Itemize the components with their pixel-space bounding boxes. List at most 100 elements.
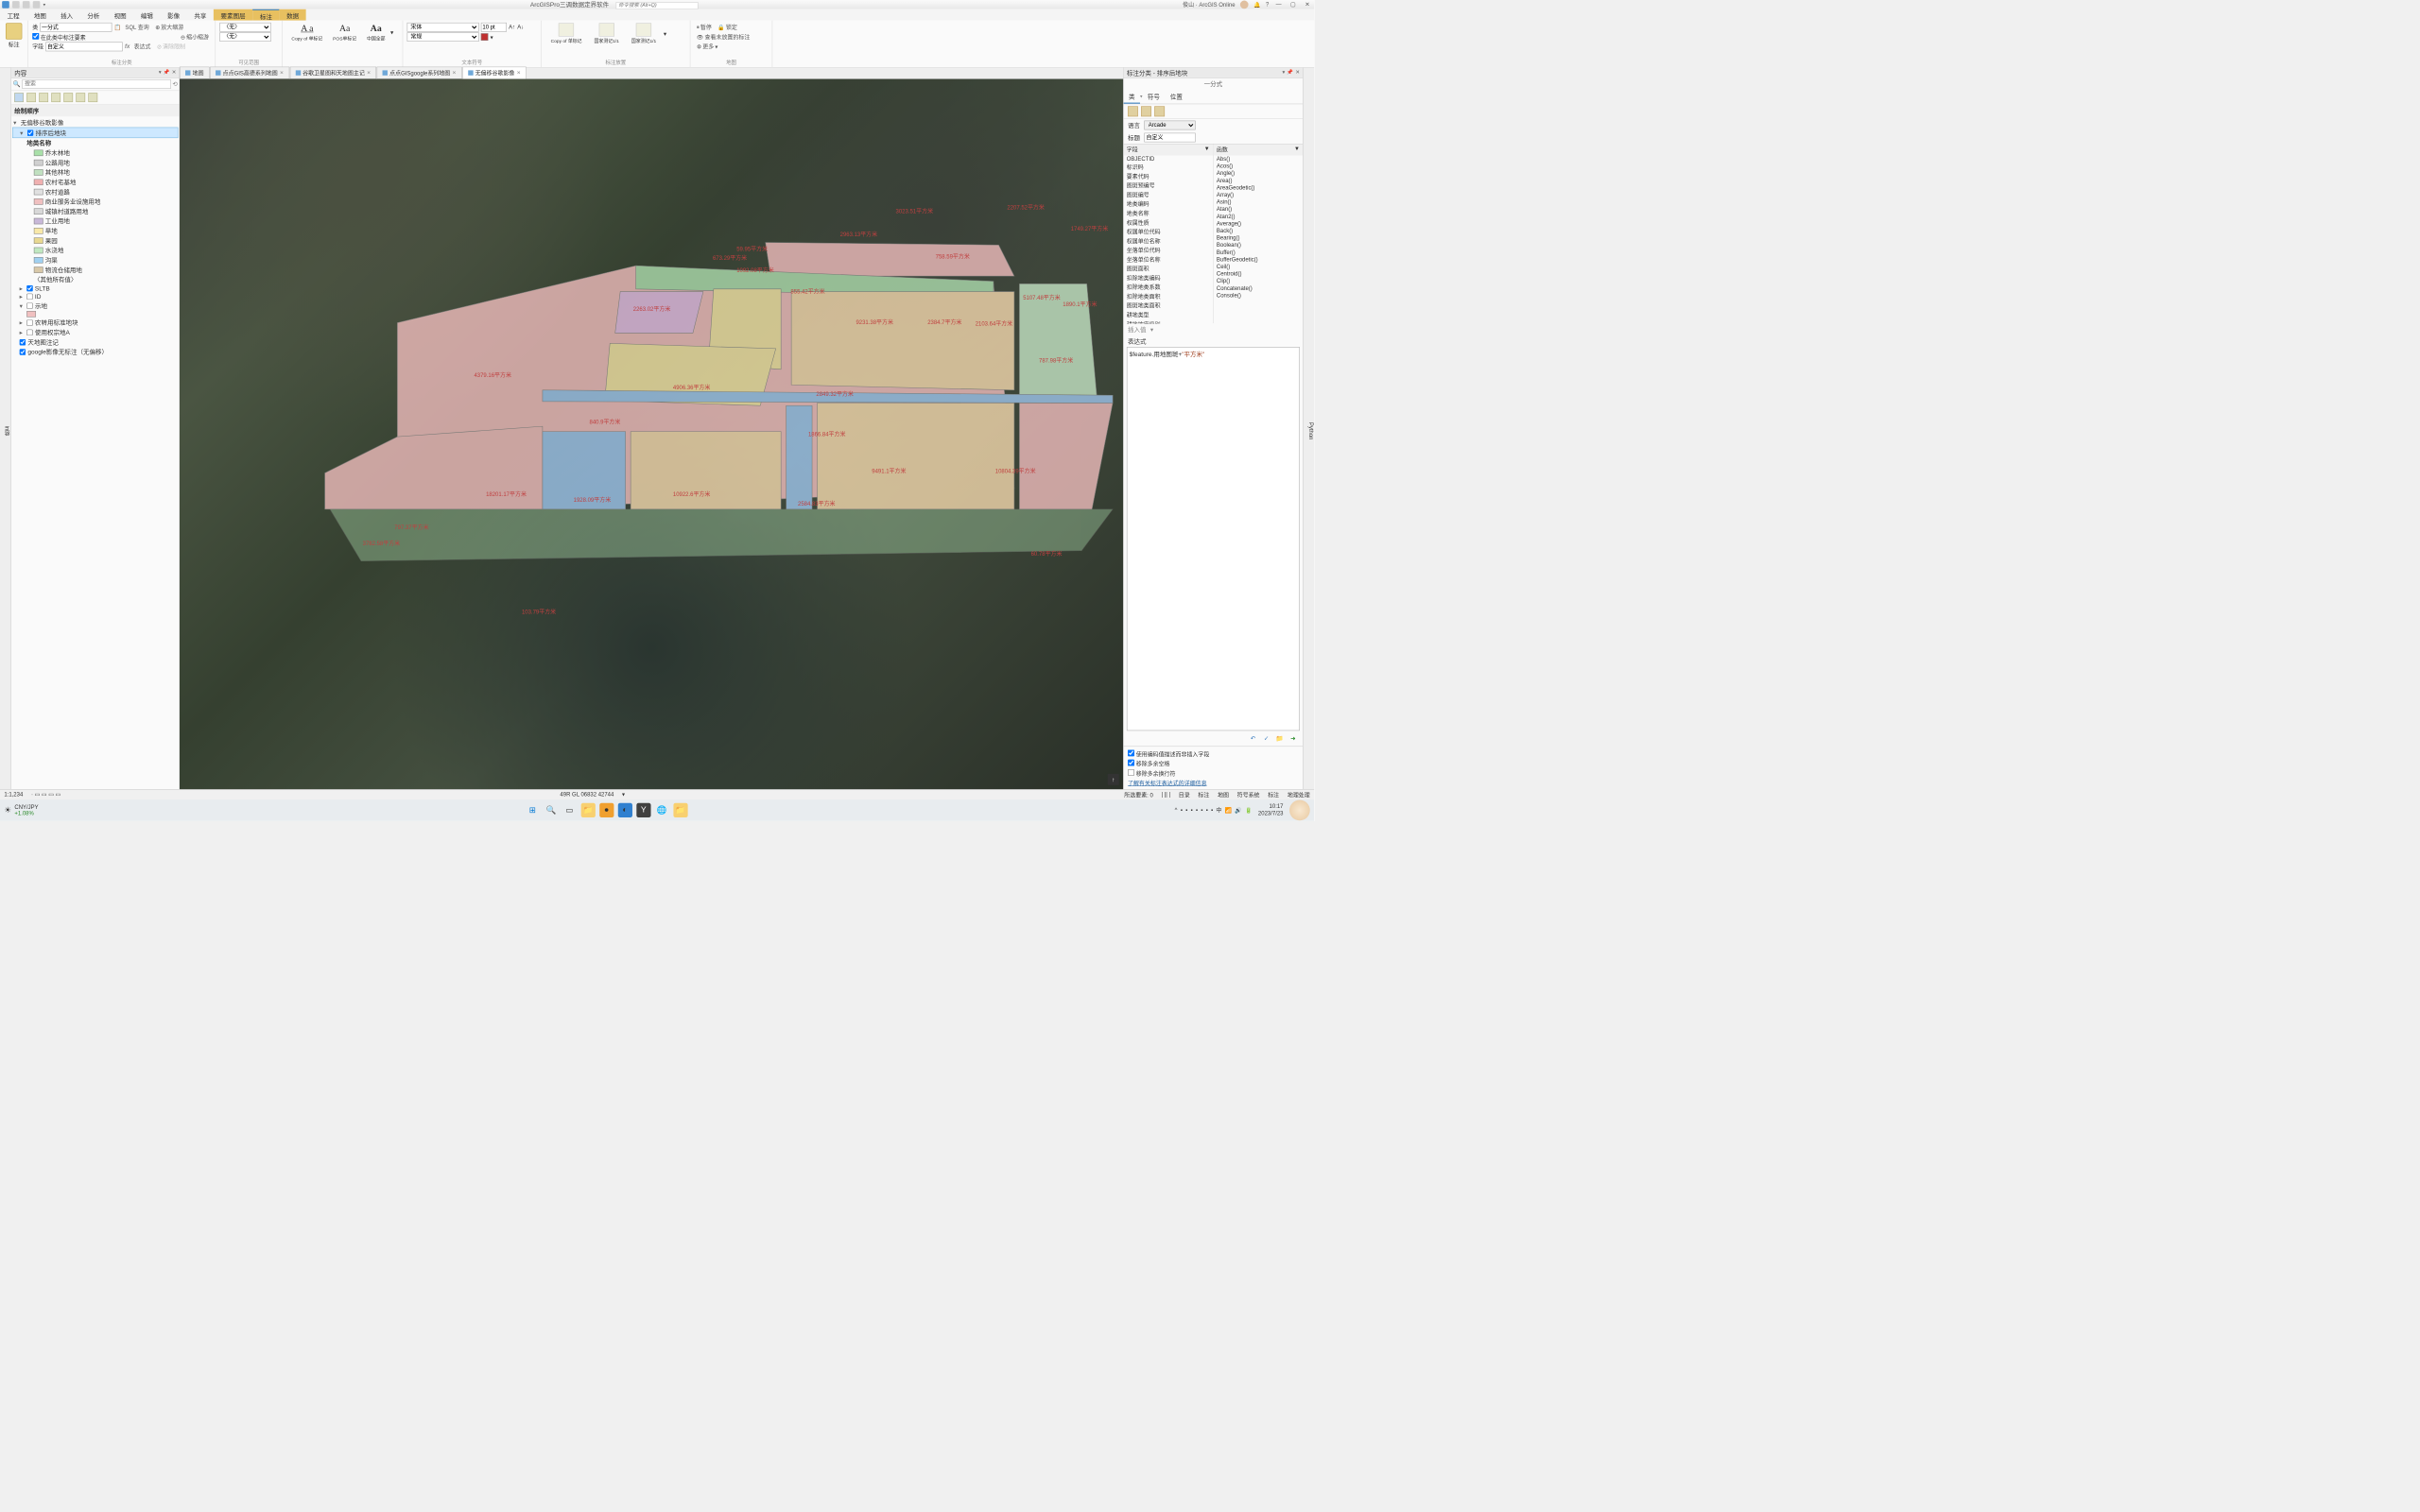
statustab-label[interactable]: 标注 (1198, 790, 1209, 799)
tab-insert[interactable]: 插入 (53, 9, 79, 21)
expr-name-input[interactable] (1144, 133, 1195, 143)
font-select[interactable]: 宋体 (407, 23, 479, 32)
zoom-out-btn[interactable]: ⊖ 缩小缩游 (179, 32, 211, 42)
list-by-selection-icon[interactable] (39, 93, 48, 102)
coord-dropdown-icon[interactable]: ▾ (622, 791, 625, 798)
edge-icon[interactable]: ◐ (618, 803, 632, 817)
scale-toolbar[interactable]: · ▭ ▭ ▭ ▭ (31, 791, 60, 798)
sym-preset-2[interactable]: AaPOS单标记 (328, 22, 362, 43)
tab-view[interactable]: 视图 (107, 9, 133, 21)
field-item[interactable]: 扣除地类编码 (1124, 273, 1213, 283)
label-in-class-checkbox[interactable]: 在此类中标注要素 (32, 32, 86, 41)
toc-class-item[interactable]: 乔木林地 (12, 147, 178, 157)
class-select[interactable] (40, 23, 112, 32)
tray-volume-icon[interactable]: 🔊 (1235, 807, 1241, 814)
lc-tab-class[interactable]: 类 (1124, 90, 1140, 104)
field-item[interactable]: 图斑编号 (1124, 190, 1213, 199)
tab-labeling[interactable]: 标注 (252, 9, 279, 21)
lc-menu-icon[interactable]: ▾ (1282, 70, 1285, 76)
map-tab-1[interactable]: 点点GIS高德系列地图✕ (210, 67, 289, 79)
expr-validate-icon[interactable]: ✓ (1262, 735, 1271, 745)
decrease-size-icon[interactable]: A↓ (517, 25, 524, 31)
field-select[interactable] (45, 43, 122, 52)
expression-textarea[interactable]: $feature.用地图斑+"平方米" (1127, 347, 1300, 730)
function-item[interactable]: AreaGeodetic() (1214, 184, 1303, 192)
zoom-in-btn[interactable]: ⊕ 放大缩游 (153, 23, 185, 32)
function-item[interactable]: Boolean() (1214, 242, 1303, 249)
toc-class-item[interactable]: 旱地 (12, 226, 178, 235)
lc-close-icon[interactable]: ✕ (1295, 70, 1300, 76)
field-item[interactable]: 图斑面积 (1124, 265, 1213, 274)
statustab-label2[interactable]: 标注 (1268, 790, 1279, 799)
cb-coded-values[interactable]: 使用编码值描述而非插入字段 (1128, 749, 1299, 758)
cb-remove-spaces[interactable]: 移除多余空格 (1128, 760, 1299, 768)
field-item[interactable]: 坐落单位代码 (1124, 246, 1213, 255)
tab-close-icon[interactable]: ✕ (517, 70, 521, 76)
field-item[interactable]: 图斑预编号 (1124, 181, 1213, 191)
taskbar-clock[interactable]: 10:17 2023/7/23 (1255, 803, 1287, 816)
lc-tool-3-icon[interactable] (1154, 106, 1165, 116)
search-clear-icon[interactable]: ⟲ (172, 80, 177, 88)
toc-classnames-header[interactable]: 地类名称 (12, 138, 178, 147)
lc-tool-1-icon[interactable] (1128, 106, 1138, 116)
function-item[interactable]: Ceil() (1214, 264, 1303, 271)
tab-imagery[interactable]: 影像 (160, 9, 186, 21)
map-tab-4[interactable]: 无偏移谷歌影像✕ (462, 67, 527, 79)
tray-chevron-icon[interactable]: ^ (1175, 807, 1178, 814)
field-item[interactable]: 权属性质 (1124, 218, 1213, 228)
toc-class-item[interactable]: 公路用地 (12, 158, 178, 167)
list-by-editing-icon[interactable] (51, 93, 60, 102)
sym-preset-1[interactable]: A aCopy of 单标记 (286, 22, 328, 43)
field-item[interactable]: 地类名称 (1124, 209, 1213, 218)
help-icon[interactable]: ? (1266, 2, 1269, 9)
map-tab-0[interactable]: 地图 (180, 67, 209, 79)
color-dropdown-icon[interactable]: ▾ (491, 34, 493, 41)
chrome-icon[interactable]: 🌐 (655, 803, 669, 817)
field-item[interactable]: 耕地类型 (1124, 311, 1213, 320)
tray-icon[interactable]: ▪ (1190, 807, 1192, 814)
contents-menu-icon[interactable]: ▾ (159, 70, 162, 76)
tab-close-icon[interactable]: ✕ (280, 70, 284, 76)
style-select[interactable]: 常规 (407, 32, 479, 42)
field-item[interactable]: 坐落单位名称 (1124, 255, 1213, 265)
contents-close-icon[interactable]: ✕ (172, 70, 177, 76)
tab-close-icon[interactable]: ✕ (367, 70, 371, 76)
command-search-input[interactable] (615, 2, 698, 9)
function-item[interactable]: Average() (1214, 220, 1303, 228)
tray-icon[interactable]: ▪ (1185, 807, 1187, 814)
place-preset-1[interactable]: Copy of 单标记 (545, 22, 587, 44)
map-tab-2[interactable]: 谷歌卫星图和天地图主记✕ (290, 67, 377, 79)
clear-limit-btn[interactable]: ⊘ 清除限制 (155, 43, 187, 52)
toc-class-item[interactable]: 果园 (12, 235, 178, 245)
contents-pin-icon[interactable]: 📌 (164, 70, 170, 76)
toc-syqzd[interactable]: ▸使用权宗地A (12, 327, 178, 336)
increase-size-icon[interactable]: A↑ (509, 25, 515, 31)
function-item[interactable]: Back() (1214, 228, 1303, 235)
list-by-source-icon[interactable] (26, 93, 36, 102)
tab-share[interactable]: 共享 (187, 9, 214, 21)
list-by-drawing-icon[interactable] (14, 93, 24, 102)
desktop-mascot-icon[interactable] (1289, 800, 1310, 821)
toc-ncyd[interactable]: ▸农转用标准地块 (12, 318, 178, 327)
toc-class-item[interactable]: 水浇地 (12, 246, 178, 255)
field-item[interactable]: 权属单位代码 (1124, 228, 1213, 237)
toc-other-values[interactable]: 〈其他所有值〉 (12, 275, 178, 284)
app-icon-2[interactable]: Y (636, 803, 650, 817)
toc-google[interactable]: google影像无标注（无偏移） (12, 347, 178, 356)
tab-data[interactable]: 数据 (279, 9, 305, 21)
expression-button[interactable]: 表达式 (131, 43, 152, 52)
learn-more-link[interactable]: 了解有关标注表达式的详细信息 (1128, 781, 1207, 787)
search-icon[interactable]: 🔍 (544, 803, 558, 817)
cb-remove-newlines[interactable]: 移除多余换行符 (1128, 769, 1299, 778)
function-item[interactable]: Concatenate() (1214, 284, 1303, 292)
fields-filter-icon[interactable]: ▼ (1204, 146, 1210, 154)
toc-class-item[interactable]: 物流仓储用地 (12, 265, 178, 274)
place-more-icon[interactable]: ▾ (664, 30, 666, 38)
app-icon-1[interactable]: ● (599, 803, 614, 817)
field-item[interactable]: 扣除地类面积 (1124, 292, 1213, 301)
map-canvas[interactable]: 3023.51平方米2207.52平方米1749.27平方米2963.13平方米… (180, 79, 1123, 790)
tab-project[interactable]: 工程 (0, 9, 26, 21)
function-item[interactable]: Area() (1214, 177, 1303, 184)
view-unplaced-button[interactable]: 👁 查看未放置的标注 (695, 32, 752, 42)
expr-open-icon[interactable]: 📁 (1275, 735, 1285, 745)
